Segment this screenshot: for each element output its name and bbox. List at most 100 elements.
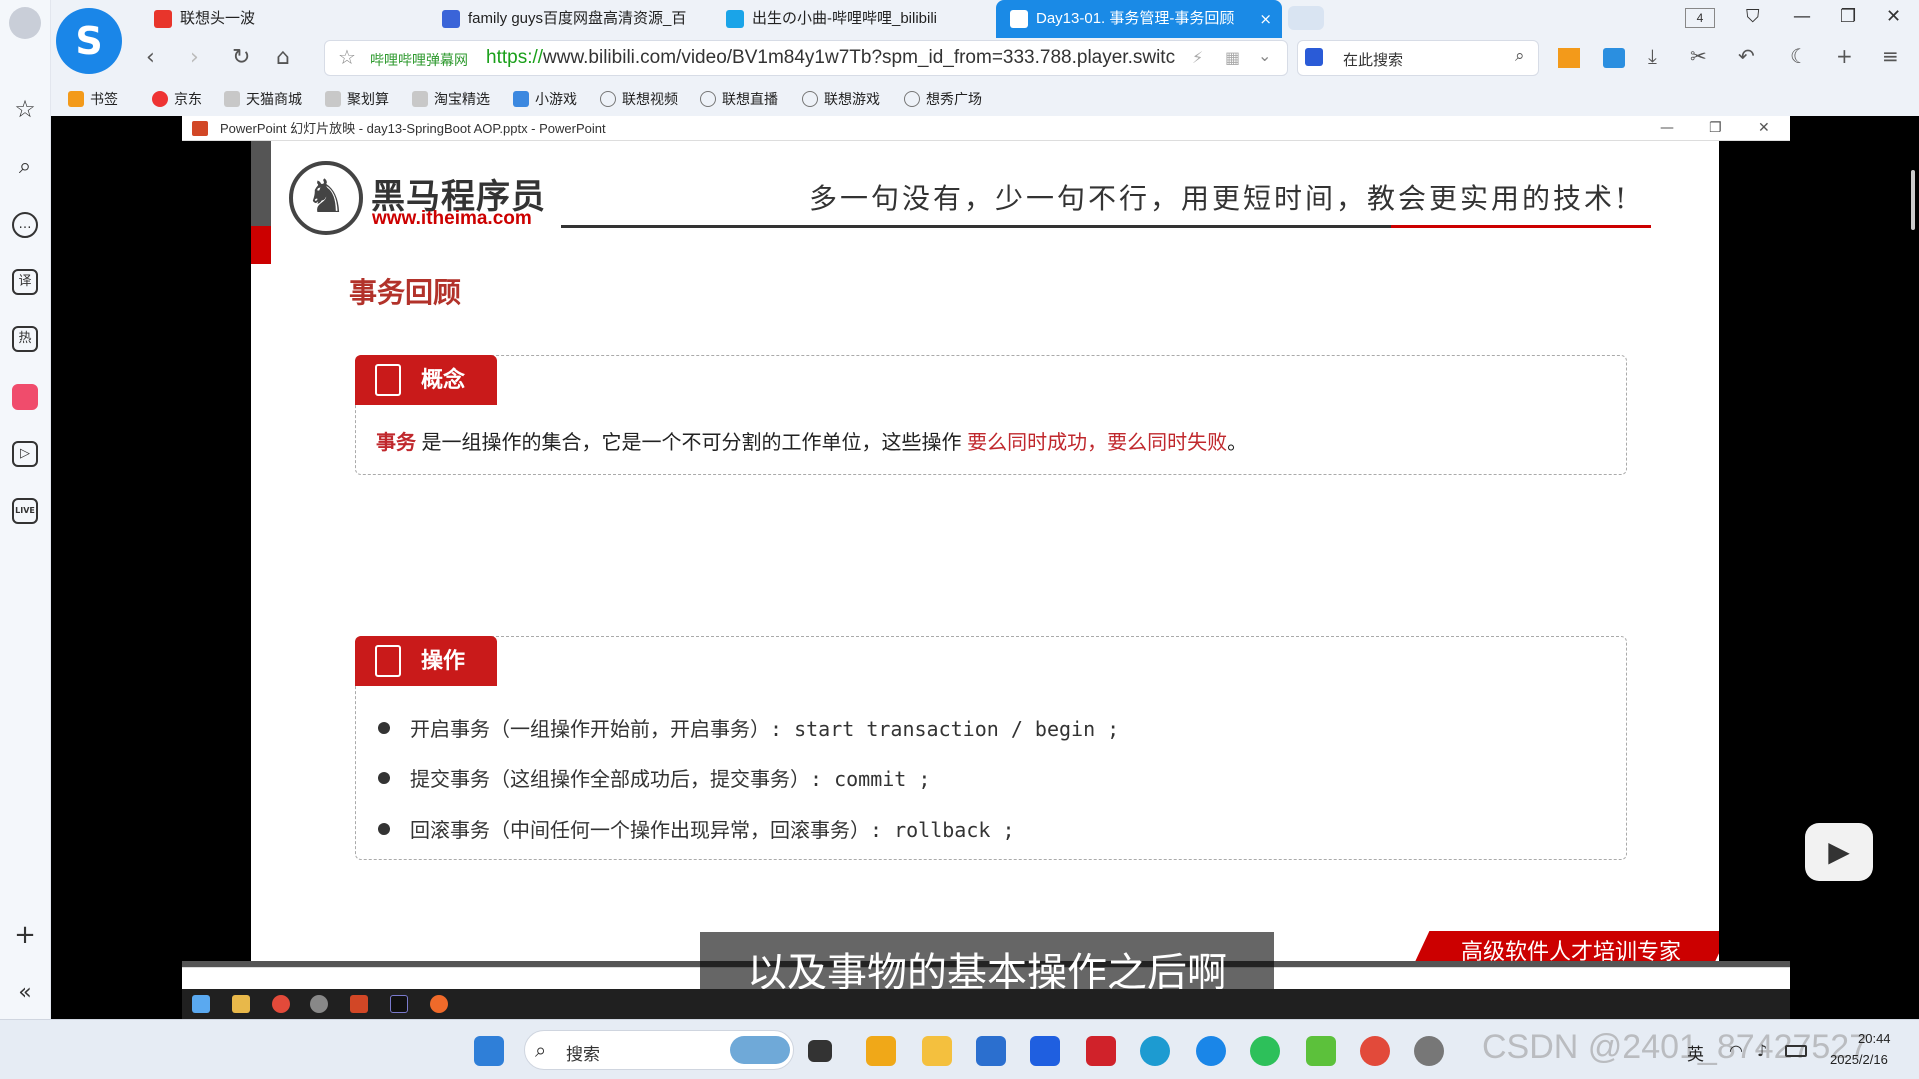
qr-icon[interactable]: ▦ — [1225, 48, 1240, 67]
minimize-icon[interactable]: — — [1793, 6, 1811, 27]
bookmark-item[interactable]: 天猫商城 — [224, 89, 302, 109]
watermark: CSDN @2401_87427527 — [1482, 1028, 1869, 1066]
download-icon[interactable]: ⤓ — [1648, 44, 1657, 68]
concept-box — [355, 355, 1627, 475]
flash-icon[interactable]: ⚡ — [1192, 48, 1203, 67]
bullet — [378, 772, 390, 784]
add-tab-icon[interactable]: + — [1836, 44, 1853, 68]
bookmark-star-icon[interactable]: ☆ — [338, 45, 356, 69]
ime-indicator[interactable]: 英 — [1687, 1040, 1704, 1065]
app-icon[interactable] — [866, 1036, 896, 1066]
bookmark-item[interactable]: 京东 — [152, 89, 202, 109]
task-view-icon[interactable] — [808, 1040, 832, 1062]
live-icon[interactable]: LIVE — [12, 498, 38, 524]
clock-date[interactable]: 2025/2/16 — [1830, 1052, 1888, 1067]
chrome-icon[interactable] — [1360, 1036, 1390, 1066]
star-icon[interactable]: ☆ — [12, 97, 38, 124]
globe-icon — [600, 91, 616, 107]
send-icon[interactable] — [1603, 48, 1625, 68]
bookmark-item[interactable]: 小游戏 — [513, 89, 577, 109]
menu-icon[interactable]: ≡ — [1882, 44, 1899, 68]
new-tab-button[interactable] — [1288, 6, 1324, 30]
bookmark-item[interactable]: 想秀广场 — [904, 89, 982, 109]
wifi-icon[interactable]: ◠ — [1729, 1041, 1743, 1060]
bookmark-item[interactable]: 联想视频 — [600, 89, 678, 109]
slide: 黑马程序员 www.itheima.com 多一句没有，少一句不行，用更短时间，… — [251, 141, 1719, 967]
search-input[interactable]: 在此搜索 — [1343, 49, 1403, 70]
bookmark-item[interactable]: 联想直播 — [700, 89, 778, 109]
search-icon: ⌕ — [535, 1038, 547, 1062]
tab-close-icon[interactable]: × — [1259, 0, 1272, 38]
url-rest: www.bilibili.com/video/BV1m84y1w7Tb?spm_… — [543, 47, 1176, 68]
bullet — [378, 722, 390, 734]
page-scrollbar[interactable] — [1911, 170, 1915, 230]
browser-icon[interactable] — [1196, 1036, 1226, 1066]
tab-2[interactable]: family guys百度网盘高清资源_百 — [428, 0, 698, 38]
restore-icon[interactable]: ❐ — [1840, 6, 1856, 27]
start-icon[interactable] — [474, 1036, 504, 1066]
hot-icon[interactable]: 热 — [12, 326, 38, 352]
url-text[interactable]: https://www.bilibili.com/video/BV1m84y1w… — [486, 47, 1175, 69]
settings-icon[interactable] — [1414, 1036, 1444, 1066]
extension-icon[interactable] — [1558, 48, 1580, 68]
slide-accent-red — [251, 226, 271, 264]
app-icon — [310, 995, 328, 1013]
screenshot-icon[interactable]: ✂ — [1690, 44, 1707, 68]
skin-icon[interactable]: ⛉ — [1746, 6, 1760, 27]
search-box[interactable] — [1297, 40, 1539, 76]
minimize-icon: — — [1660, 120, 1674, 136]
store-icon[interactable] — [976, 1036, 1006, 1066]
bookmark-item[interactable]: 联想游戏 — [802, 89, 880, 109]
add-icon[interactable]: + — [12, 922, 38, 950]
search-icon[interactable]: ⌕ — [12, 156, 38, 182]
home-icon[interactable]: ⌂ — [276, 45, 290, 70]
volume-icon[interactable]: ♪ — [1757, 1041, 1767, 1060]
wps-icon[interactable] — [1086, 1036, 1116, 1066]
tab-3[interactable]: 出生の小曲-哔哩哔哩_bilibili — [712, 0, 982, 38]
close-icon[interactable]: ✕ — [1886, 6, 1901, 27]
forward-icon[interactable]: › — [190, 45, 199, 70]
taobao-icon — [412, 91, 428, 107]
wechat-icon[interactable] — [1250, 1036, 1280, 1066]
browser-logo[interactable] — [56, 8, 122, 74]
collapse-icon[interactable]: « — [12, 982, 38, 1008]
bookmark-item[interactable]: 淘宝精选 — [412, 89, 490, 109]
taskbar-search-label: 搜索 — [566, 1045, 600, 1064]
bookmark-item[interactable]: 聚划算 — [325, 89, 389, 109]
tab-active[interactable]: Day13-01. 事务管理-事务回顾 × — [996, 0, 1282, 38]
slide-accent-gray — [251, 141, 271, 226]
back-icon[interactable]: ‹ — [146, 45, 155, 70]
tab-1[interactable]: 联想头一波 — [140, 0, 420, 38]
chat-icon[interactable]: … — [12, 212, 38, 238]
edit-icon — [375, 645, 401, 677]
app-icon[interactable] — [1306, 1036, 1336, 1066]
night-mode-icon[interactable]: ☾ — [1790, 44, 1808, 68]
user-avatar[interactable] — [9, 7, 41, 39]
url-protocol: https:// — [486, 47, 544, 68]
clock-time[interactable]: 20:44 — [1858, 1031, 1891, 1046]
file-explorer-icon[interactable] — [922, 1036, 952, 1066]
dropdown-icon[interactable]: ⌄ — [1258, 46, 1271, 65]
search-engine-icon[interactable] — [1305, 48, 1323, 66]
edge-icon[interactable] — [1140, 1036, 1170, 1066]
undo-icon[interactable]: ↶ — [1738, 44, 1755, 68]
video-icon[interactable]: ▷ — [12, 441, 38, 467]
tab-counter[interactable]: 4 — [1685, 8, 1715, 28]
bilibili-play-icon[interactable] — [1805, 823, 1873, 881]
translate-icon[interactable]: 译 — [12, 269, 38, 295]
powerpoint-icon — [192, 121, 208, 136]
reload-icon[interactable]: ↻ — [232, 45, 250, 70]
bookmark-item[interactable]: 书签 — [68, 89, 118, 109]
lenovo-icon[interactable] — [1030, 1036, 1060, 1066]
op-item: 开启事务（一组操作开始前，开启事务）: start transaction / … — [410, 717, 1120, 741]
search-icon[interactable]: ⌕ — [1515, 46, 1525, 66]
ppt-window-title: PowerPoint 幻灯片放映 - day13-SpringBoot AOP.… — [220, 121, 606, 136]
concept-tag-label: 概念 — [421, 367, 466, 392]
shop-icon[interactable] — [12, 384, 38, 410]
logo-url: www.itheima.com — [372, 208, 532, 229]
tmall-icon — [224, 91, 240, 107]
globe-icon — [904, 91, 920, 107]
battery-icon[interactable] — [1785, 1045, 1807, 1057]
windows-icon — [192, 995, 210, 1013]
ops-tag-label: 操作 — [421, 648, 466, 673]
